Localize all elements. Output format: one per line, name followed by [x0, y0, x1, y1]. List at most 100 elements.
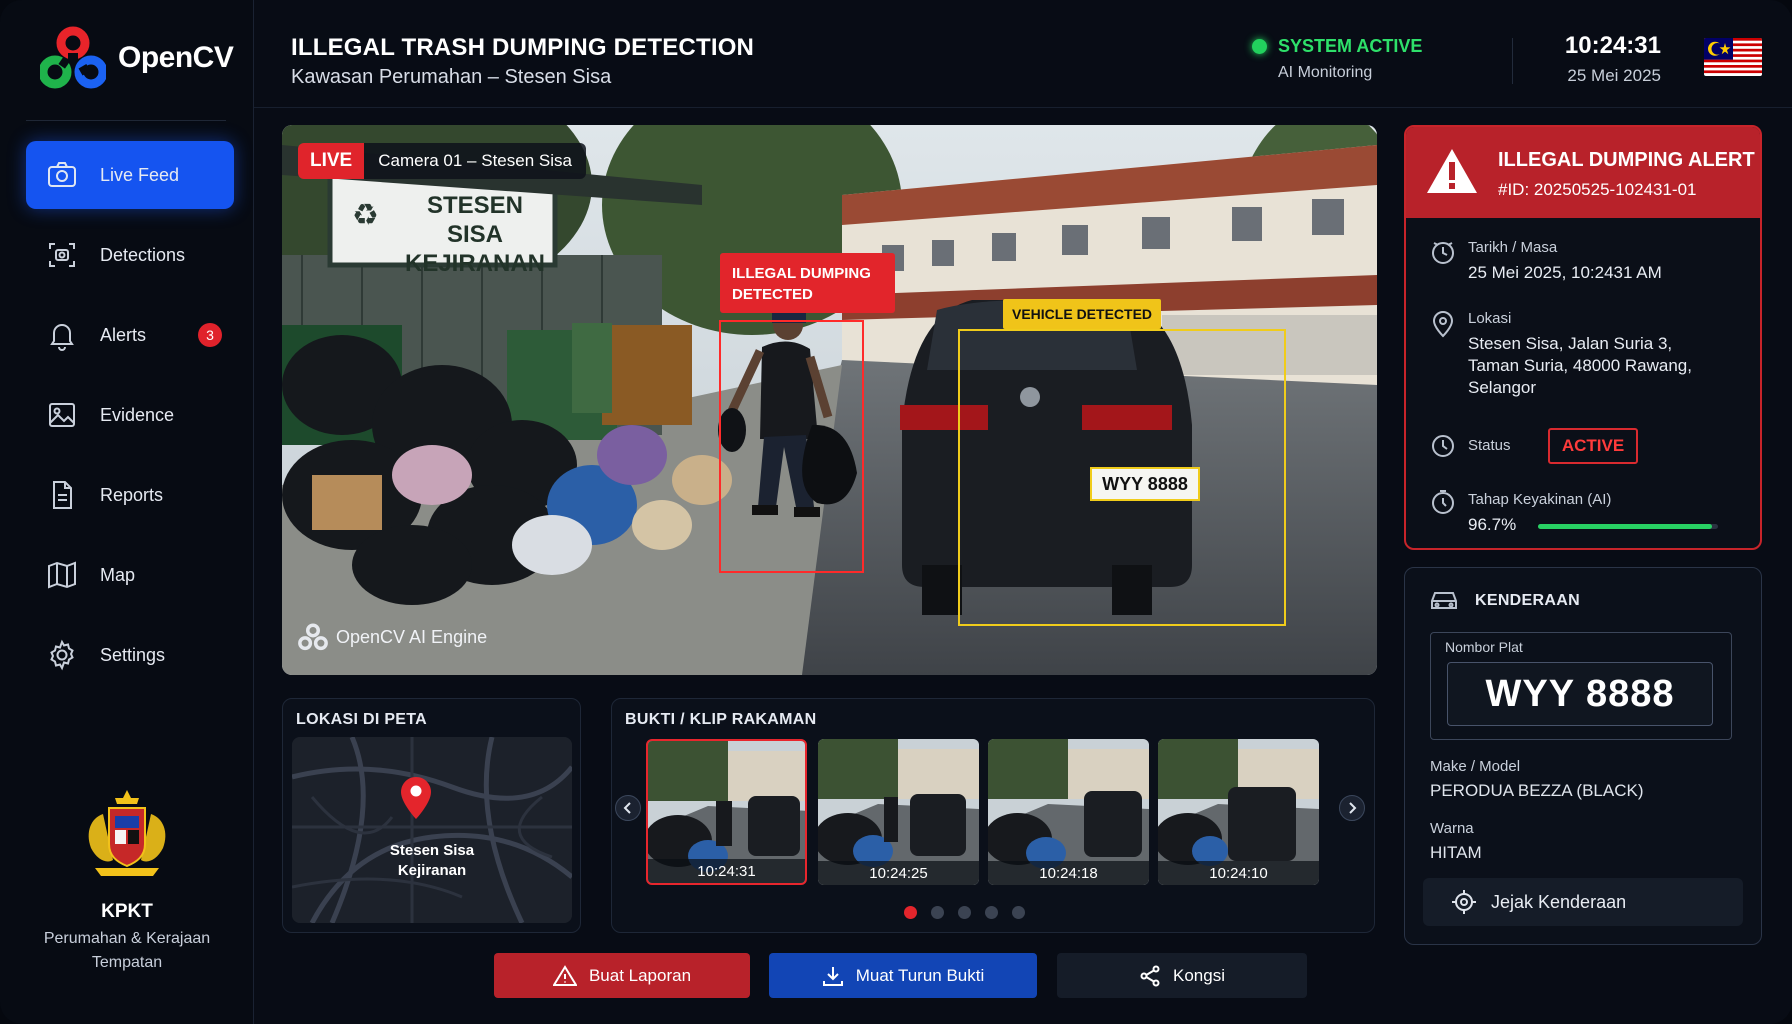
evidence-prev-button[interactable]	[615, 795, 641, 821]
sidebar-item-evidence[interactable]: Evidence	[26, 381, 234, 449]
live-indicator: LIVE Camera 01 – Stesen Sisa	[298, 143, 586, 179]
plate-number: WYY 8888	[1447, 662, 1713, 726]
sidebar-item-detections[interactable]: Detections	[26, 221, 234, 289]
map-panel-title: LOKASI DI PETA	[296, 711, 428, 728]
live-badge: LIVE	[298, 143, 365, 179]
page-title: ILLEGAL TRASH DUMPING DETECTION	[291, 34, 755, 61]
alert-warning-icon	[1427, 149, 1477, 193]
sidebar-item-label: Evidence	[100, 404, 175, 425]
plate-card: Nombor Plat WYY 8888	[1430, 632, 1732, 740]
share-button[interactable]: Kongsi	[1057, 953, 1307, 998]
sidebar-item-alerts[interactable]: Alerts 3	[26, 301, 234, 369]
alert-location: Lokasi Stesen Sisa, Jalan Suria 3, Taman…	[1468, 310, 1692, 399]
datetime-value: 25 Mei 2025, 10:2431 AM	[1468, 263, 1662, 282]
pagination-dot[interactable]	[904, 906, 917, 919]
map-roads	[292, 737, 572, 923]
org-name: KPKT	[101, 901, 153, 922]
dumping-label-line-2: DETECTED	[732, 286, 813, 303]
create-report-button[interactable]: Buat Laporan	[494, 953, 750, 998]
confidence-progress-fill	[1538, 524, 1713, 529]
evidence-thumbnails: 10:24:31 10:24:25 10:24:18 10:24:10	[646, 739, 1319, 885]
clock-icon	[1432, 242, 1454, 264]
pagination-dot[interactable]	[1012, 906, 1025, 919]
location-label: Lokasi	[1468, 310, 1512, 327]
share-icon	[1140, 965, 1160, 986]
dumping-detection-label: ILLEGAL DUMPING DETECTED	[720, 253, 895, 313]
organization-block: KPKT Perumahan & Kerajaan Tempatan	[0, 786, 254, 975]
clip-timestamp: 10:24:31	[648, 859, 805, 883]
evidence-panel-title: BUKTI / KLIP RAKAMAN	[625, 711, 817, 728]
location-line-2: Taman Suria, 48000 Rawang,	[1468, 356, 1692, 375]
map-place-line-1: Stesen Sisa	[389, 842, 475, 859]
location-line-3: Selangor	[1468, 378, 1537, 397]
dumping-bounding-box[interactable]	[719, 320, 864, 573]
map-panel: LOKASI DI PETA Stesen Sisa Kejiranan	[282, 698, 581, 933]
clip-timestamp: 10:24:10	[1158, 861, 1319, 885]
sidebar-item-label: Alerts	[100, 324, 147, 345]
evidence-clip-thumbnail[interactable]: 10:24:31	[646, 739, 807, 885]
confidence-label: Tahap Keyakinan (AI)	[1468, 491, 1612, 508]
brand-name: OpenCV	[118, 41, 234, 74]
evidence-clip-thumbnail[interactable]: 10:24:25	[818, 739, 979, 885]
status-clock-icon	[1432, 435, 1454, 457]
document-icon	[53, 481, 72, 509]
pagination-dot[interactable]	[931, 906, 944, 919]
evidence-clip-thumbnail[interactable]: 10:24:10	[1158, 739, 1319, 885]
brand-logo[interactable]: OpenCV	[40, 26, 234, 90]
sidebar-item-label: Map	[100, 564, 136, 585]
map-icon	[48, 561, 76, 589]
svg-text:♻: ♻	[352, 198, 379, 233]
org-subtitle-line2: Tempatan	[91, 954, 163, 971]
model-label: Make / Model	[1430, 758, 1521, 775]
car-icon	[1431, 592, 1457, 609]
vehicle-panel: KENDERAAN Nombor Plat WYY 8888 Make / Mo…	[1404, 567, 1762, 945]
create-report-label: Buat Laporan	[588, 965, 692, 985]
evidence-next-button[interactable]	[1339, 795, 1365, 821]
location-icon	[1432, 311, 1454, 338]
live-camera-feed[interactable]: ♻ LIVE Camera 01 – Stesen Sisa STESEN SI…	[282, 125, 1377, 675]
sidebar-item-map[interactable]: Map	[26, 541, 234, 609]
top-header: ILLEGAL TRASH DUMPING DETECTION Kawasan …	[254, 0, 1792, 108]
waste-station-sign: STESEN SISA KEJIRANAN	[400, 191, 550, 278]
sidebar-item-label: Live Feed	[100, 164, 180, 185]
sidebar-item-settings[interactable]: Settings	[26, 621, 234, 689]
download-icon	[822, 966, 843, 986]
color-value: HITAM	[1430, 843, 1482, 862]
datetime-label: Tarikh / Masa	[1468, 239, 1558, 256]
bell-icon	[50, 324, 74, 351]
sign-line-1: STESEN SISA	[426, 192, 524, 248]
engine-watermark: OpenCV AI Engine	[298, 623, 487, 651]
clip-timestamp: 10:24:25	[818, 861, 979, 885]
clock: 10:24:31 25 Mei 2025	[1549, 32, 1661, 86]
system-status-text: SYSTEM ACTIVE	[1278, 36, 1423, 56]
pagination-dot[interactable]	[985, 906, 998, 919]
gear-icon	[50, 639, 74, 671]
track-vehicle-label: Jejak Kenderaan	[1491, 891, 1627, 912]
opencv-logo-icon	[40, 26, 106, 89]
opencv-mono-icon	[298, 623, 328, 651]
status-badge: ACTIVE	[1548, 428, 1638, 464]
sidebar-item-live-feed[interactable]: Live Feed	[26, 141, 234, 209]
sidebar-divider	[26, 120, 226, 121]
evidence-panel: BUKTI / KLIP RAKAMAN 10:24:31 10:24:25 1…	[611, 698, 1375, 933]
sign-line-2: KEJIRANAN	[404, 250, 545, 277]
scan-icon	[49, 243, 75, 267]
vehicle-panel-title: KENDERAAN	[1475, 592, 1580, 609]
license-plate-detection: WYY 8888	[1090, 467, 1200, 501]
engine-label: OpenCV AI Engine	[336, 626, 488, 647]
share-label: Kongsi	[1173, 965, 1225, 985]
pagination-dot[interactable]	[958, 906, 971, 919]
header-divider	[1512, 38, 1513, 84]
location-line-1: Stesen Sisa, Jalan Suria 3,	[1468, 334, 1673, 353]
chevron-left-icon	[623, 802, 631, 814]
track-vehicle-button[interactable]: Jejak Kenderaan	[1423, 878, 1743, 926]
app-window: OpenCV Live Feed Detections Alerts 3 Evi…	[0, 0, 1792, 1024]
evidence-clip-thumbnail[interactable]: 10:24:18	[988, 739, 1149, 885]
evidence-pagination	[904, 906, 1025, 919]
alert-datetime: Tarikh / Masa 25 Mei 2025, 10:2431 AM	[1468, 239, 1662, 284]
dumping-label-line-1: ILLEGAL DUMPING	[732, 265, 871, 282]
location-map[interactable]: Stesen Sisa Kejiranan	[292, 737, 572, 923]
sidebar-item-reports[interactable]: Reports	[26, 461, 234, 529]
model-value: PERODUA BEZZA (BLACK)	[1430, 781, 1644, 800]
download-evidence-button[interactable]: Muat Turun Bukti	[769, 953, 1037, 998]
